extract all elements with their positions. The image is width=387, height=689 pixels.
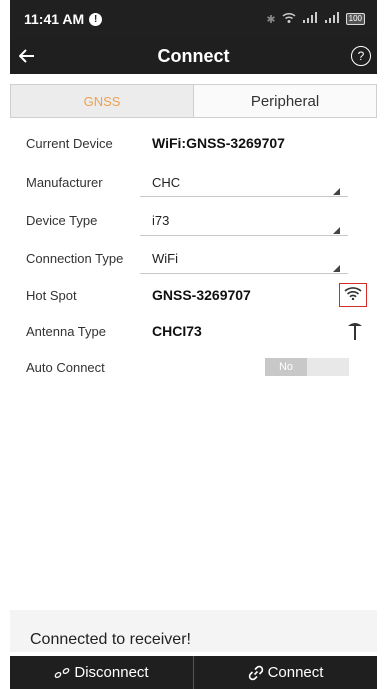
nav-bar: Connect ? xyxy=(10,38,377,74)
help-button[interactable]: ? xyxy=(351,46,371,66)
disconnect-label: Disconnect xyxy=(74,664,149,681)
link-icon xyxy=(248,665,264,681)
current-device-value: WiFi:GNSS-3269707 xyxy=(152,135,285,151)
connect-label: Connect xyxy=(267,664,324,681)
battery-icon: 100 xyxy=(345,13,365,25)
status-bar: 11:41 AM ! ✱ 100 xyxy=(10,0,377,38)
back-button[interactable] xyxy=(10,38,44,74)
antenna-type-row: Antenna Type CHCI73 xyxy=(10,316,377,346)
auto-connect-toggle[interactable]: No xyxy=(265,358,349,376)
disconnect-button[interactable]: Disconnect xyxy=(10,656,194,689)
manufacturer-select[interactable]: CHC xyxy=(152,175,180,190)
action-bar: Disconnect Connect xyxy=(10,656,377,689)
current-device-label: Current Device xyxy=(26,135,113,151)
manufacturer-label: Manufacturer xyxy=(26,174,103,190)
antenna-type-value: CHCI73 xyxy=(152,323,202,339)
signal-icon-1 xyxy=(302,12,318,26)
wifi-scan-button[interactable] xyxy=(339,283,367,307)
tab-gnss[interactable]: GNSS xyxy=(11,85,194,117)
auto-connect-toggle-label: No xyxy=(265,358,307,376)
dropdown-arrow-icon xyxy=(333,265,340,272)
device-type-underline xyxy=(140,235,348,236)
auto-connect-row: Auto Connect No xyxy=(10,352,377,382)
connection-status-message: Connected to receiver! xyxy=(30,631,191,648)
connect-button[interactable]: Connect xyxy=(194,656,377,689)
antenna-type-label: Antenna Type xyxy=(26,323,106,339)
connection-type-row[interactable]: Connection Type WiFi xyxy=(10,243,377,274)
wifi-icon xyxy=(344,286,362,305)
bluetooth-icon: ✱ xyxy=(266,13,276,26)
connection-type-select[interactable]: WiFi xyxy=(152,251,178,266)
current-device-row: Current Device WiFi:GNSS-3269707 xyxy=(10,128,377,158)
unlink-icon xyxy=(54,667,70,679)
tab-bar: GNSS Peripheral xyxy=(10,84,377,118)
alert-badge-icon: ! xyxy=(89,12,103,26)
connection-type-underline xyxy=(140,273,348,274)
dropdown-arrow-icon xyxy=(333,188,340,195)
antenna-icon[interactable] xyxy=(347,321,363,346)
connection-type-label: Connection Type xyxy=(26,250,124,266)
tab-peripheral[interactable]: Peripheral xyxy=(194,85,376,117)
status-icons: ✱ 100 xyxy=(266,12,365,27)
hot-spot-label: Hot Spot xyxy=(26,287,77,303)
dropdown-arrow-icon xyxy=(333,227,340,234)
wifi-status-icon xyxy=(282,12,296,27)
device-type-label: Device Type xyxy=(26,212,98,228)
auto-connect-label: Auto Connect xyxy=(26,359,105,375)
page-title: Connect xyxy=(157,45,230,66)
status-time: 11:41 AM xyxy=(24,11,85,27)
device-type-row[interactable]: Device Type i73 xyxy=(10,205,377,236)
arrow-left-icon xyxy=(18,43,35,69)
hot-spot-value: GNSS-3269707 xyxy=(152,287,251,303)
manufacturer-underline xyxy=(140,196,348,197)
signal-icon-2 xyxy=(324,12,340,26)
manufacturer-row[interactable]: Manufacturer CHC xyxy=(10,167,377,197)
device-type-select[interactable]: i73 xyxy=(152,213,169,228)
hot-spot-row: Hot Spot GNSS-3269707 xyxy=(10,280,377,310)
